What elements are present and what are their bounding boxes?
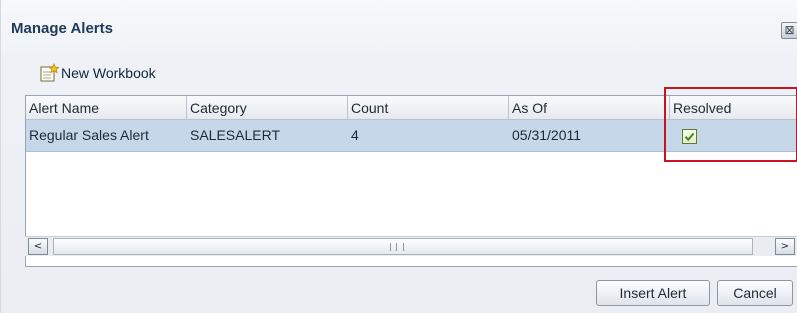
new-workbook-label: New Workbook [61,65,156,81]
column-header-alert-name[interactable]: Alert Name [26,96,187,120]
scroll-right-button[interactable]: > [775,238,795,255]
cell-count: 4 [351,127,359,143]
column-header-category[interactable]: Category [187,96,348,120]
column-header-resolved[interactable]: Resolved [670,96,797,120]
cancel-button[interactable]: Cancel [717,280,793,306]
close-icon[interactable]: ⊠ [781,22,797,39]
dialog-title: Manage Alerts [11,20,113,37]
column-header-count[interactable]: Count [348,96,509,120]
resolved-checkbox[interactable] [682,129,697,144]
horizontal-scrollbar[interactable]: < > [25,236,797,256]
insert-alert-button[interactable]: Insert Alert [596,280,710,306]
scroll-left-button[interactable]: < [28,238,48,255]
cell-alert-name: Regular Sales Alert [29,127,149,143]
table-header: Alert Name Category Count As Of Resolved [26,96,797,120]
table-row[interactable]: Regular Sales Alert SALESALERT 4 05/31/2… [26,120,797,152]
cell-category: SALESALERT [190,127,281,143]
cell-as-of: 05/31/2011 [512,127,582,143]
manage-alerts-dialog: Manage Alerts ⊠ New Workbook Alert Name … [0,0,797,313]
grip-icon [390,243,404,251]
new-workbook-icon [40,63,59,82]
new-workbook-button[interactable]: New Workbook [39,62,156,84]
checkmark-icon [684,132,695,142]
column-header-as-of[interactable]: As Of [509,96,670,120]
scrollbar-thumb[interactable] [53,238,753,255]
